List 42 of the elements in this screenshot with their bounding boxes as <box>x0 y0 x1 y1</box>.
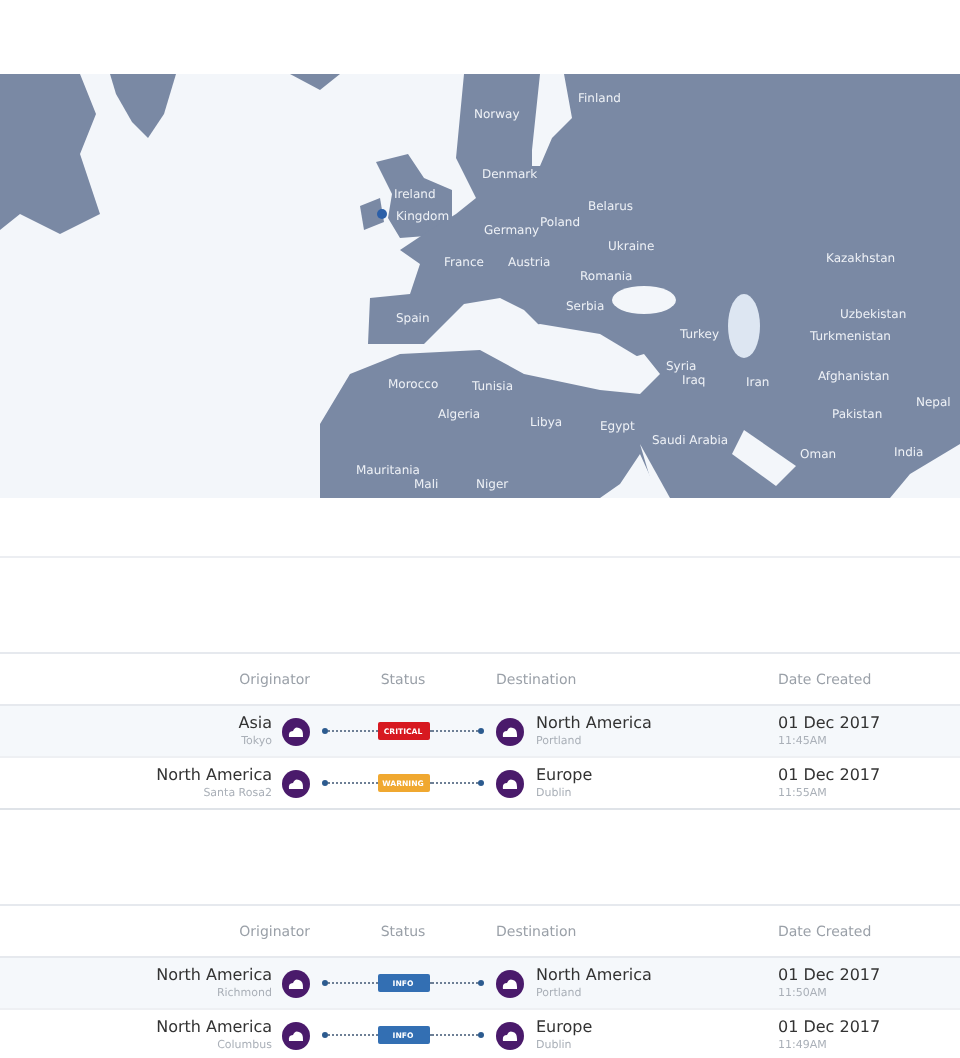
connector-line <box>328 730 377 732</box>
region-name: Europe <box>536 1017 595 1037</box>
region-name: North America <box>536 965 654 985</box>
region-name: Asia <box>238 713 272 733</box>
cloud-icon <box>496 717 524 745</box>
lake <box>728 294 760 358</box>
connector-line <box>328 1034 377 1036</box>
date-text: 01 Dec 2017 <box>778 965 883 985</box>
sea <box>532 74 572 166</box>
cloud-icon <box>282 969 310 997</box>
connector-line <box>429 1034 478 1036</box>
cloud-icon <box>282 1021 310 1049</box>
cloud-icon <box>282 769 310 797</box>
location-pin-icon <box>377 209 387 219</box>
cloud-icon <box>496 969 524 997</box>
connector-dot <box>322 728 328 734</box>
connector-line <box>328 782 377 784</box>
region-name: North America <box>156 1017 272 1037</box>
sea <box>612 286 676 314</box>
landmass <box>110 74 176 138</box>
connector-dot <box>322 980 328 986</box>
connector-dot <box>478 780 484 786</box>
connector-dot <box>478 980 484 986</box>
connector-line <box>328 982 377 984</box>
sea <box>732 430 796 486</box>
connector-line <box>429 982 478 984</box>
region-name: North America <box>536 713 654 733</box>
date-text: 01 Dec 2017 <box>778 765 883 785</box>
cloud-icon <box>496 1021 524 1049</box>
connector-dot <box>322 1032 328 1038</box>
date-text: 01 Dec 2017 <box>778 1017 883 1037</box>
date-text: 01 Dec 2017 <box>778 713 883 733</box>
connector-line <box>429 782 478 784</box>
region-name: Europe <box>536 765 595 785</box>
cloud-icon <box>282 717 310 745</box>
connector-dot <box>478 1032 484 1038</box>
region-name: North America <box>156 965 272 985</box>
region-name: North America <box>156 765 272 785</box>
connector-line <box>429 730 478 732</box>
connector-dot <box>478 728 484 734</box>
connector-dot <box>322 780 328 786</box>
cloud-icon <box>496 769 524 797</box>
